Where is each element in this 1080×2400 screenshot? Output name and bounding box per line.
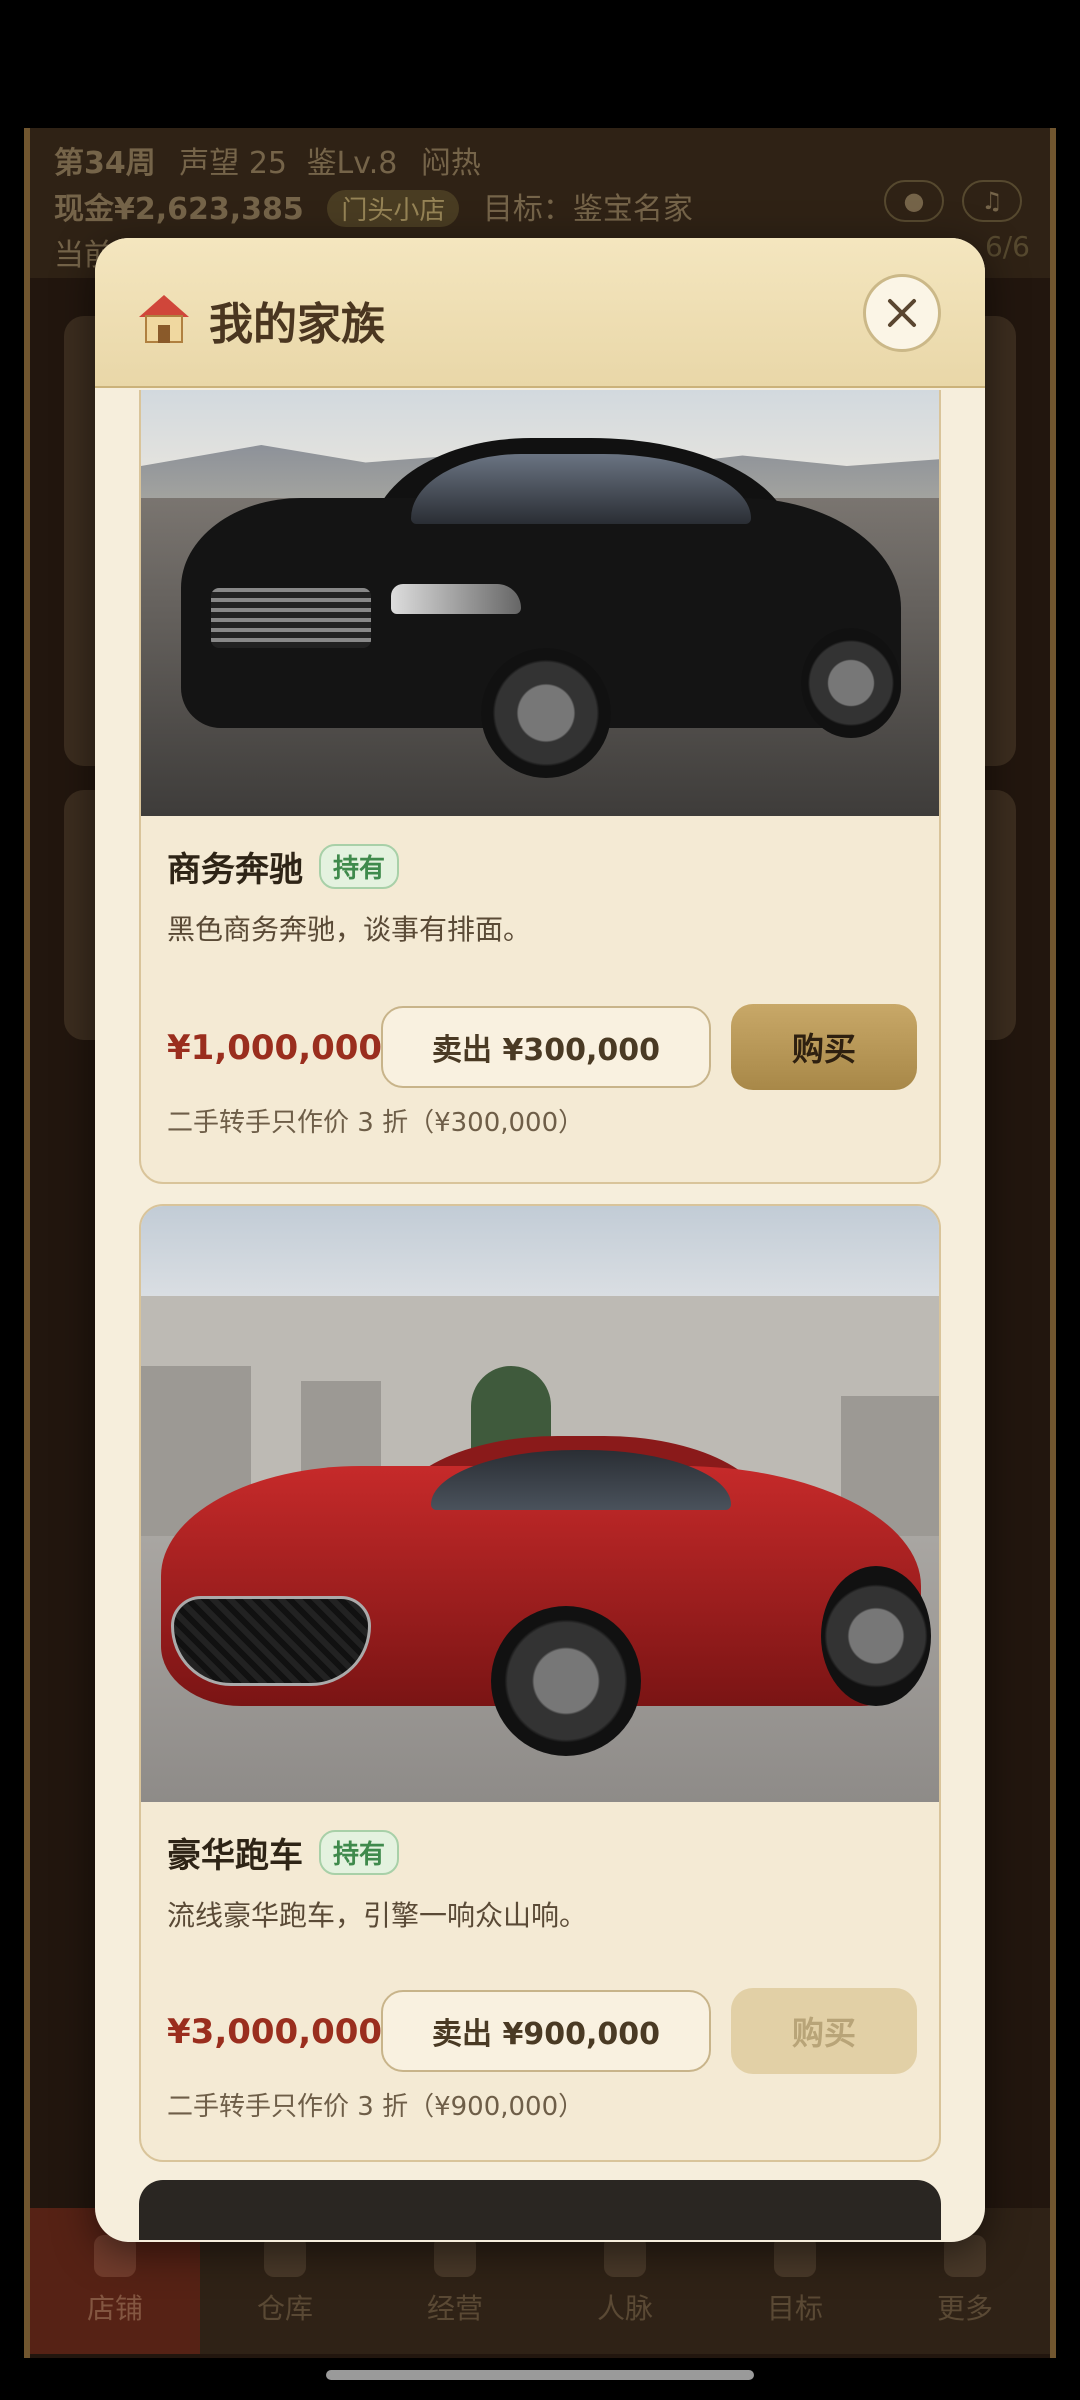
- status-bar: [0, 0, 1080, 128]
- item-price: ¥1,000,000: [167, 1028, 383, 1068]
- modal-title: 我的家族: [209, 299, 385, 350]
- family-modal: 我的家族 商务奔驰 持有 黑色商务奔驰，谈事有排面。 ¥1,000,000 卖出…: [95, 238, 985, 2242]
- buy-button[interactable]: 购买: [731, 1004, 917, 1090]
- item-image: [141, 390, 939, 816]
- item-description: 流线豪华跑车，引擎一响众山响。: [167, 1899, 588, 1932]
- buy-button-disabled: 购买: [731, 1988, 917, 2074]
- item-card: 商务奔驰 持有 黑色商务奔驰，谈事有排面。 ¥1,000,000 卖出 ¥300…: [139, 390, 941, 1184]
- owned-badge: 持有: [319, 844, 400, 889]
- item-description: 黑色商务奔驰，谈事有排面。: [167, 913, 532, 946]
- item-card: 豪华跑车 持有 流线豪华跑车，引擎一响众山响。 ¥3,000,000 卖出 ¥9…: [139, 1204, 941, 2162]
- item-name: 商务奔驰: [167, 850, 303, 890]
- modal-scroll-area[interactable]: 商务奔驰 持有 黑色商务奔驰，谈事有排面。 ¥1,000,000 卖出 ¥300…: [95, 390, 985, 2242]
- house-icon: [139, 295, 189, 345]
- sell-button[interactable]: 卖出 ¥900,000: [381, 1990, 711, 2072]
- item-image: [141, 1206, 939, 1804]
- item-price: ¥3,000,000: [167, 2012, 383, 2052]
- home-indicator[interactable]: [326, 2370, 754, 2380]
- item-card-partial: [139, 2180, 941, 2240]
- modal-header: 我的家族: [95, 238, 985, 388]
- resale-note: 二手转手只作价 3 折（¥900,000）: [167, 2092, 585, 2122]
- resale-note: 二手转手只作价 3 折（¥300,000）: [167, 1108, 585, 1138]
- close-button[interactable]: [863, 274, 941, 352]
- close-icon: [885, 296, 919, 330]
- item-name: 豪华跑车: [167, 1836, 303, 1876]
- owned-badge: 持有: [319, 1830, 400, 1875]
- sell-button[interactable]: 卖出 ¥300,000: [381, 1006, 711, 1088]
